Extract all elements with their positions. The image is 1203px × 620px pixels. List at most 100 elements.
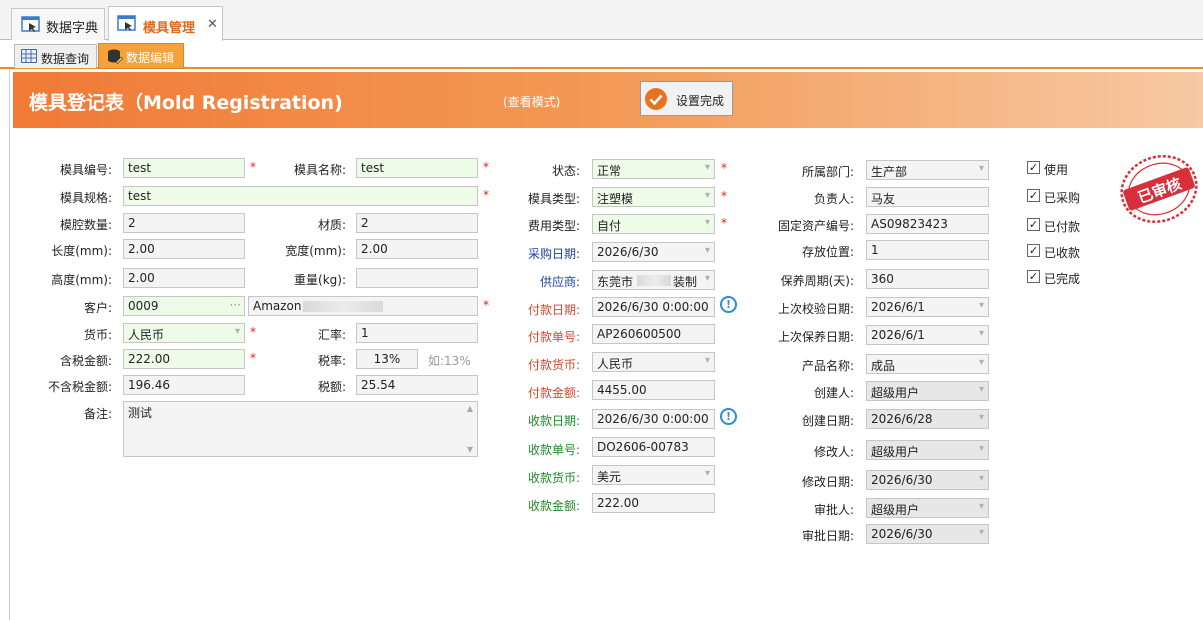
height-field[interactable]: 2.00 [123, 268, 245, 288]
info-icon[interactable]: ! [720, 408, 737, 425]
label-tax-rate: 税率: [317, 354, 346, 368]
spec-field[interactable]: test [123, 186, 478, 206]
pay-currency-select[interactable]: 人民币 [592, 352, 715, 372]
set-complete-button[interactable]: 设置完成 [640, 81, 733, 116]
pay-date-field[interactable]: 2026/6/30 0:00:00 [592, 297, 715, 317]
modifier-select[interactable]: 超级用户 [866, 440, 989, 460]
recv-amount-field[interactable]: 222.00 [592, 493, 715, 513]
cavity-field[interactable]: 2 [123, 213, 245, 233]
label-amount-notax: 不含税金额: [47, 380, 112, 394]
required-mark: * [250, 325, 256, 339]
checkbox-mark[interactable]: ✓ [1027, 218, 1040, 231]
label-status: 状态: [551, 164, 580, 178]
subtab-label: 数据查询 [41, 52, 90, 66]
scroll-down-icon[interactable]: ▼ [467, 445, 473, 454]
close-icon[interactable]: ✕ [207, 17, 218, 32]
mold-name-field[interactable]: test [356, 158, 478, 178]
checkbox-mark[interactable]: ✓ [1027, 244, 1040, 257]
pay-no-field[interactable]: AP260600500 [592, 324, 715, 344]
supplier-name: 东莞市 [597, 275, 634, 289]
subtab-data-edit[interactable]: 数据编辑 [98, 43, 184, 69]
info-icon[interactable]: ! [720, 296, 737, 313]
tab-label: 模具管理 [143, 21, 196, 36]
location-field[interactable]: 1 [866, 240, 989, 260]
label-modifier: 修改人: [813, 445, 854, 459]
label-pay-amount: 付款金额: [527, 386, 580, 400]
label-height: 高度(mm): [51, 273, 112, 287]
material-field[interactable]: 2 [356, 213, 478, 233]
label-purchase-date: 采购日期: [527, 247, 580, 261]
checkbox-mark[interactable]: ✓ [1027, 189, 1040, 202]
length-field[interactable]: 2.00 [123, 239, 245, 259]
owner-field[interactable]: 马友 [866, 187, 989, 207]
purchase-date-picker[interactable]: 2026/6/30 [592, 242, 715, 262]
label-amount-tax: 含税金额: [59, 354, 112, 368]
label-asset-no: 固定资产编号: [777, 219, 854, 233]
checkbox-mark[interactable]: ✓ [1027, 161, 1040, 174]
subtab-data-query[interactable]: 数据查询 [14, 44, 97, 68]
tab-mold-management[interactable]: 模具管理 ✕ [108, 6, 223, 41]
tab-data-dictionary[interactable]: 数据字典 [11, 8, 105, 40]
supplier-select[interactable]: 东莞市 装制 [592, 270, 715, 290]
mold-no-field[interactable]: test [123, 158, 245, 178]
approver-select[interactable]: 超级用户 [866, 498, 989, 518]
supplier-suffix: 装制 [673, 275, 698, 289]
recv-date-field[interactable]: 2026/6/30 0:00:00 [592, 409, 715, 429]
recv-currency-select[interactable]: 美元 [592, 465, 715, 485]
label-customer: 客户: [83, 301, 112, 315]
label-pay-no: 付款单号: [527, 330, 580, 344]
amount-tax-field[interactable]: 222.00 [123, 349, 245, 369]
checkbox-mark[interactable]: ✓ [1027, 270, 1040, 283]
checkbox-label: 已付款 [1044, 220, 1081, 234]
customer-code-field[interactable]: 0009 ··· [123, 296, 245, 316]
label-remark: 备注: [83, 407, 112, 421]
checkbox-label: 使用 [1044, 163, 1069, 177]
label-spec: 模具规格: [59, 191, 112, 205]
subtab-label: 数据编辑 [126, 51, 175, 65]
label-last-check: 上次校验日期: [777, 302, 854, 316]
checkbox-label: 已完成 [1044, 272, 1081, 286]
last-maint-date-picker[interactable]: 2026/6/1 [866, 325, 989, 345]
redacted-text [637, 275, 671, 286]
asset-no-field[interactable]: AS09823423 [866, 214, 989, 234]
label-approve-date: 审批日期: [801, 529, 854, 543]
last-check-date-picker[interactable]: 2026/6/1 [866, 297, 989, 317]
label-location: 存放位置: [801, 245, 854, 259]
tax-amount-field[interactable]: 25.54 [356, 375, 478, 395]
pay-amount-field[interactable]: 4455.00 [592, 380, 715, 400]
checkbox-label: 已采购 [1044, 191, 1081, 205]
dept-select[interactable]: 生产部 [866, 160, 989, 180]
database-edit-icon [108, 49, 123, 64]
label-cavity: 模腔数量: [59, 218, 112, 232]
currency-select[interactable]: 人民币 [123, 323, 245, 343]
label-mold-type: 模具类型: [527, 192, 580, 206]
label-dept: 所属部门: [801, 165, 854, 179]
customer-name-field[interactable]: Amazon [248, 296, 478, 316]
required-mark: * [250, 351, 256, 365]
remark-textarea[interactable]: 测试 ▲ ▼ [123, 401, 478, 457]
mold-type-select[interactable]: 注塑模 [592, 187, 715, 207]
approve-date-picker[interactable]: 2026/6/30 [866, 524, 989, 544]
creator-select[interactable]: 超级用户 [866, 381, 989, 401]
required-mark: * [721, 216, 727, 230]
label-currency: 货币: [83, 328, 112, 342]
label-maint-cycle: 保养周期(天): [780, 274, 854, 288]
required-mark: * [483, 298, 489, 312]
weight-field[interactable] [356, 268, 478, 288]
product-select[interactable]: 成品 [866, 354, 989, 374]
cost-type-select[interactable]: 自付 [592, 214, 715, 234]
create-date-picker[interactable]: 2026/6/28 [866, 409, 989, 429]
tax-rate-field[interactable]: 13% [356, 349, 418, 369]
recv-no-field[interactable]: DO2606-00783 [592, 437, 715, 457]
width-field[interactable]: 2.00 [356, 239, 478, 259]
status-select[interactable]: 正常 [592, 159, 715, 179]
tax-rate-hint: 如:13% [428, 354, 471, 368]
label-recv-amount: 收款金额: [527, 499, 580, 513]
amount-notax-field[interactable]: 196.46 [123, 375, 245, 395]
maint-cycle-field[interactable]: 360 [866, 269, 989, 289]
scroll-up-icon[interactable]: ▲ [467, 404, 473, 413]
modify-date-picker[interactable]: 2026/6/30 [866, 470, 989, 490]
ellipsis-icon[interactable]: ··· [230, 298, 241, 312]
label-weight: 重量(kg): [294, 273, 346, 287]
rate-field[interactable]: 1 [356, 323, 478, 343]
